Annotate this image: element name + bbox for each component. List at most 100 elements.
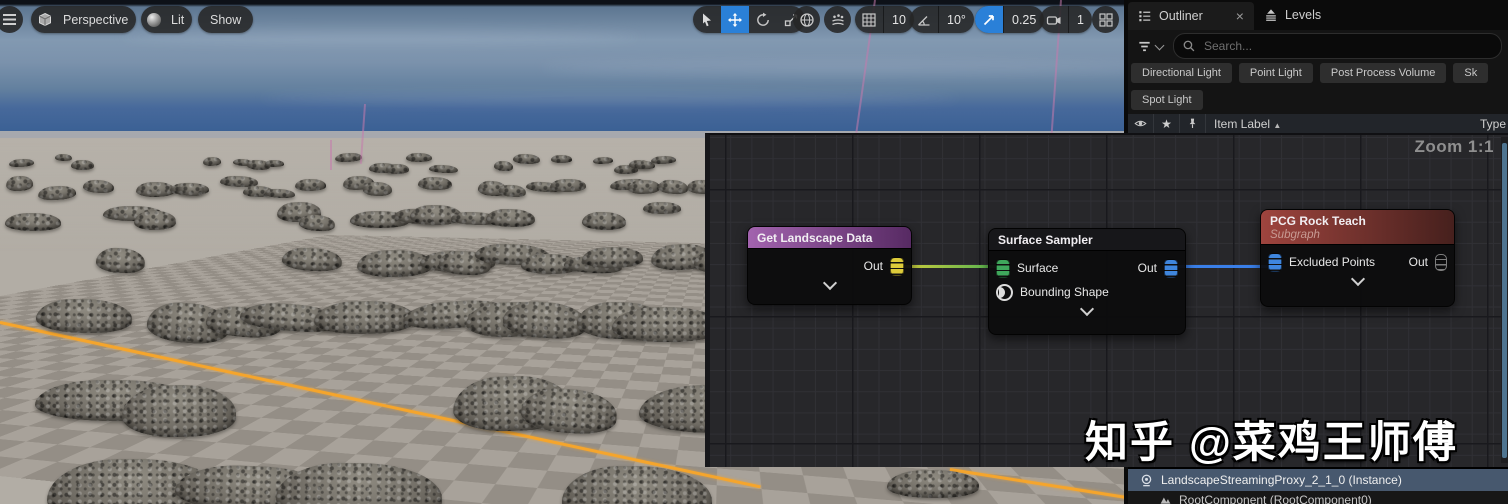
node-title: Get Landscape Data [757,231,873,245]
outliner-tabbar: Outliner × Levels [1128,0,1508,30]
graph-scrollbar-thumb[interactable] [1502,143,1507,458]
scale-snap-icon [975,6,1003,33]
rock-pile [887,470,979,498]
camera-speed-value[interactable]: 1 [1068,6,1092,33]
component-row-label: LandscapeStreamingProxy_2_1_0 (Instance) [1161,473,1402,487]
filter-chips: Directional Light Point Light Post Proce… [1128,63,1508,117]
rotation-snap-value[interactable]: 10° [938,6,974,33]
cloud-streak [540,60,1124,76]
component-row-actor[interactable]: LandscapeStreamingProxy_2_1_0 (Instance) [1128,469,1508,491]
transform-tools-group [693,6,805,33]
collapse-chevron-icon[interactable] [1350,271,1365,287]
chip-post-process-volume[interactable]: Post Process Volume [1319,63,1447,83]
viewport-toolbar: Perspective Lit Show 10 10° 0.25 1 [0,0,1124,40]
tab-outliner[interactable]: Outliner × [1128,2,1254,30]
type-column-button[interactable]: Type [1480,117,1506,131]
cloud-streak [260,92,960,104]
node-header[interactable]: PCG Rock Teach Subgraph [1261,210,1454,245]
tab-levels[interactable]: Levels [1254,0,1331,30]
grid-snap-control[interactable]: 10 [855,6,914,33]
viewport-layout-button[interactable] [1092,6,1119,33]
output-pin[interactable] [1435,253,1447,271]
gizmo-line [330,140,332,170]
input-pin-excluded-points[interactable] [1268,252,1282,272]
watermark-text: 知乎 @菜鸡王师傅 [1085,419,1458,467]
move-tool-button[interactable] [721,6,749,33]
chip-directional-light[interactable]: Directional Light [1131,63,1232,83]
component-row-label: RootComponent (RootComponent0) [1179,493,1372,504]
rock-pile [581,246,644,269]
visibility-column-button[interactable] [1128,114,1154,133]
lit-label: Lit [171,12,185,27]
move-icon [727,12,743,28]
lit-mode-button[interactable]: Lit [141,6,193,33]
node-header[interactable]: Get Landscape Data [748,227,911,249]
rock-pile [406,153,432,162]
node-get-landscape-data[interactable]: Get Landscape Data Out [747,226,912,305]
rock-pile [5,213,61,231]
rock-pile [512,153,541,165]
node-subtitle: Subgraph [1270,229,1320,241]
rotate-icon [755,12,771,28]
rock-pile [627,179,661,195]
node-surface-sampler[interactable]: Surface Sampler Surface Out Bounding Sha… [988,228,1186,335]
item-label-column-button[interactable]: Item Label ▲ [1214,117,1281,131]
filter-icon[interactable] [1137,39,1152,54]
pin-label-out: Out [1408,255,1428,269]
search-input[interactable] [1202,38,1484,54]
hamburger-icon [3,14,16,25]
node-title: Surface Sampler [998,233,1093,247]
input-pin-surface[interactable] [996,258,1010,278]
input-pin-bounding-shape[interactable] [996,283,1013,301]
node-header[interactable]: Surface Sampler [989,229,1185,251]
grid-snap-icon [855,6,883,33]
scale-snap-control[interactable]: 0.25 [975,6,1045,33]
rotate-tool-button[interactable] [749,6,777,33]
output-pin[interactable] [890,256,904,276]
graph-scrollbar-track[interactable] [1501,137,1508,463]
perspective-mode-button[interactable]: Perspective [31,6,137,33]
globe-icon [799,12,815,28]
search-box[interactable] [1173,33,1502,59]
rotation-snap-control[interactable]: 10° [910,6,974,33]
rock-pile [71,160,94,170]
surface-snap-icon [830,12,846,28]
perspective-cube-icon [31,6,59,33]
viewport-menu-button[interactable] [0,6,23,33]
collapse-chevron-icon[interactable] [822,275,837,291]
component-row-root[interactable]: RootComponent (RootComponent0) [1128,491,1508,504]
rock-pile [54,153,73,162]
rock-pile [493,160,514,172]
node-title: PCG Rock Teach [1270,214,1366,228]
details-component-panel: LandscapeStreamingProxy_2_1_0 (Instance)… [1128,467,1508,504]
surface-snapping-toggle[interactable] [824,6,851,33]
node-pcg-rock-teach[interactable]: PCG Rock Teach Subgraph Excluded Points … [1260,209,1455,307]
star-icon: ★ [1161,116,1172,131]
cursor-icon [699,12,715,28]
pin-label-surface: Surface [1017,261,1059,275]
chip-point-light[interactable]: Point Light [1238,63,1313,83]
rock-pile [294,178,327,192]
chip-spot-light[interactable]: Spot Light [1131,90,1203,110]
rock-pile [362,181,393,197]
outliner-column-header: ★ Item Label ▲ Type [1128,114,1508,135]
rock-pile [385,163,410,175]
select-tool-button[interactable] [693,6,721,33]
close-icon[interactable]: × [1236,8,1244,24]
chip-sky-truncated[interactable]: Sk [1453,63,1489,83]
rock-pile [177,182,205,197]
world-space-toggle[interactable] [793,6,820,33]
collapse-chevron-icon[interactable] [1079,301,1095,317]
show-menu-button[interactable]: Show [198,6,254,33]
actor-instance-icon [1139,473,1154,488]
camera-speed-control[interactable]: 1 [1040,6,1092,33]
output-pin[interactable] [1164,258,1178,278]
scale-snap-value[interactable]: 0.25 [1003,6,1044,33]
levels-icon [1264,8,1278,22]
camera-icon [1040,6,1068,33]
filter-dropdown-chevron-icon[interactable] [1154,40,1165,50]
outliner-search-row [1128,30,1508,62]
rock-pile [313,300,416,335]
pin-column-button[interactable] [1180,114,1206,133]
favorite-column-button[interactable]: ★ [1154,114,1180,133]
